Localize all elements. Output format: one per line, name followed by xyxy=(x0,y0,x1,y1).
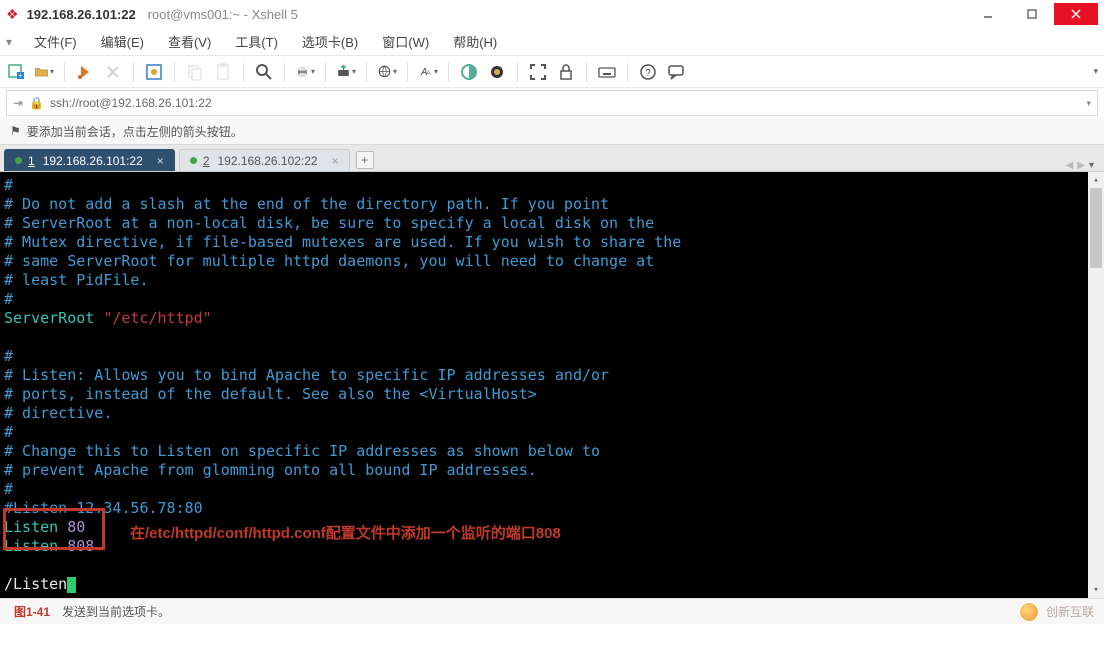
figure-label: 图1-41 xyxy=(14,603,50,620)
scroll-down-icon[interactable]: ▾ xyxy=(1088,582,1104,598)
watermark: 创新互联 xyxy=(1018,601,1094,623)
code-line: # xyxy=(4,176,13,194)
transfer-icon[interactable]: ▾ xyxy=(336,62,356,82)
lock-icon[interactable] xyxy=(556,62,576,82)
paste-icon[interactable] xyxy=(213,62,233,82)
reconnect-icon[interactable] xyxy=(75,62,95,82)
address-dropdown-icon[interactable]: ▾ xyxy=(1086,98,1091,109)
window-controls xyxy=(966,3,1098,25)
code-line: # xyxy=(4,347,13,365)
toolbar-overflow-icon[interactable]: ▾ xyxy=(1093,66,1098,77)
tab-strip: 1 192.168.26.101:22 × 2 192.168.26.102:2… xyxy=(0,144,1104,172)
tab-close-icon[interactable]: × xyxy=(157,154,164,168)
highlight-box xyxy=(3,508,105,550)
annotation-text: 在/etc/httpd/conf/httpd.conf配置文件中添加一个监听的端… xyxy=(130,524,561,543)
title-address: 192.168.26.101:22 xyxy=(27,7,136,22)
terminal[interactable]: # # Do not add a slash at the end of the… xyxy=(0,172,1104,598)
tab-list-dropdown-icon[interactable]: ▾ xyxy=(1089,160,1094,171)
code-line: # least PidFile. xyxy=(4,271,149,289)
menu-bar: ▾ 文件(F) 编辑(E) 查看(V) 工具(T) 选项卡(B) 窗口(W) 帮… xyxy=(0,28,1104,56)
watermark-text: 创新互联 xyxy=(1046,603,1094,620)
color-icon[interactable] xyxy=(459,62,479,82)
code-line: # ports, instead of the default. See als… xyxy=(4,385,537,403)
code-line: # Mutex directive, if file-based mutexes… xyxy=(4,233,681,251)
svg-text:?: ? xyxy=(645,68,651,79)
add-session-arrow-icon[interactable]: ⇥ xyxy=(13,96,23,110)
code-line: # same ServerRoot for multiple httpd dae… xyxy=(4,252,654,270)
code-line: # Listen: Allows you to bind Apache to s… xyxy=(4,366,609,384)
directive-keyword: ServerRoot xyxy=(4,309,94,327)
search-command: /Listen xyxy=(4,575,67,593)
tab-label: 192.168.26.101:22 xyxy=(43,154,143,168)
hint-bar: ⚑ 要添加当前会话，点击左侧的箭头按钮。 xyxy=(0,118,1104,144)
title-bar: ❖ 192.168.26.101:22 root@vms001:~ - Xshe… xyxy=(0,0,1104,28)
theme-icon[interactable] xyxy=(487,62,507,82)
help-icon[interactable]: ? xyxy=(638,62,658,82)
keyboard-icon[interactable] xyxy=(597,62,617,82)
new-tab-button[interactable]: + xyxy=(356,151,374,169)
cursor-icon xyxy=(67,577,76,593)
scroll-up-icon[interactable]: ▴ xyxy=(1088,172,1104,188)
status-dot-icon xyxy=(190,157,197,164)
new-session-icon[interactable]: + xyxy=(6,62,26,82)
session-tab-2[interactable]: 2 192.168.26.102:22 × xyxy=(179,149,350,171)
status-text: 发送到当前选项卡。 xyxy=(62,603,170,620)
find-icon[interactable] xyxy=(254,62,274,82)
disconnect-icon[interactable] xyxy=(103,62,123,82)
protocol-lock-icon: 🔒 xyxy=(29,96,44,110)
menu-dropdown-icon[interactable]: ▾ xyxy=(6,35,16,49)
code-line: # Do not add a slash at the end of the d… xyxy=(4,195,609,213)
code-line: # ServerRoot at a non-local disk, be sur… xyxy=(4,214,654,232)
watermark-logo-icon xyxy=(1018,601,1040,623)
code-line: # xyxy=(4,290,13,308)
terminal-area: # # Do not add a slash at the end of the… xyxy=(0,172,1104,598)
code-line: # prevent Apache from glomming onto all … xyxy=(4,461,537,479)
menu-file[interactable]: 文件(F) xyxy=(28,30,83,53)
svg-text:+: + xyxy=(18,71,23,80)
app-logo-icon: ❖ xyxy=(6,6,19,23)
menu-window[interactable]: 窗口(W) xyxy=(376,30,435,53)
code-line: # Change this to Listen on specific IP a… xyxy=(4,442,600,460)
web-icon[interactable]: ▾ xyxy=(377,62,397,82)
minimize-button[interactable] xyxy=(966,3,1010,25)
chat-icon[interactable] xyxy=(666,62,686,82)
maximize-button[interactable] xyxy=(1010,3,1054,25)
tab-close-icon[interactable]: × xyxy=(332,154,339,168)
directive-value: "/etc/httpd" xyxy=(103,309,211,327)
session-tab-1[interactable]: 1 192.168.26.101:22 × xyxy=(4,149,175,171)
menu-edit[interactable]: 编辑(E) xyxy=(95,30,150,53)
menu-tabs[interactable]: 选项卡(B) xyxy=(296,30,364,53)
hint-flag-icon: ⚑ xyxy=(10,124,21,138)
title-context: root@vms001:~ - Xshell 5 xyxy=(148,7,298,22)
status-dot-icon xyxy=(15,157,22,164)
tab-index: 1 xyxy=(28,154,35,168)
svg-text:A: A xyxy=(426,70,431,77)
font-icon[interactable]: AA▾ xyxy=(418,62,438,82)
tab-next-icon[interactable]: ▶ xyxy=(1077,160,1085,171)
tab-index: 2 xyxy=(203,154,210,168)
address-input[interactable] xyxy=(50,96,1080,110)
hint-text: 要添加当前会话，点击左侧的箭头按钮。 xyxy=(27,123,243,140)
code-line: # xyxy=(4,423,13,441)
properties-icon[interactable] xyxy=(144,62,164,82)
scroll-thumb[interactable] xyxy=(1090,188,1102,268)
menu-view[interactable]: 查看(V) xyxy=(162,30,217,53)
code-line: # xyxy=(4,480,13,498)
fullscreen-icon[interactable] xyxy=(528,62,548,82)
menu-help[interactable]: 帮助(H) xyxy=(447,30,503,53)
tab-prev-icon[interactable]: ◀ xyxy=(1066,160,1074,171)
code-line: # directive. xyxy=(4,404,112,422)
tab-label: 192.168.26.102:22 xyxy=(218,154,318,168)
open-icon[interactable]: ▾ xyxy=(34,62,54,82)
menu-tools[interactable]: 工具(T) xyxy=(229,30,284,53)
terminal-scrollbar[interactable]: ▴ ▾ xyxy=(1088,172,1104,598)
status-bar: 图1-41 发送到当前选项卡。 创新互联 xyxy=(0,598,1104,624)
close-button[interactable] xyxy=(1054,3,1098,25)
print-icon[interactable]: ▾ xyxy=(295,62,315,82)
copy-icon[interactable] xyxy=(185,62,205,82)
toolbar: + ▾ ▾ ▾ ▾ AA▾ ? ▾ xyxy=(0,56,1104,88)
address-bar: ⇥ 🔒 ▾ xyxy=(6,90,1098,116)
